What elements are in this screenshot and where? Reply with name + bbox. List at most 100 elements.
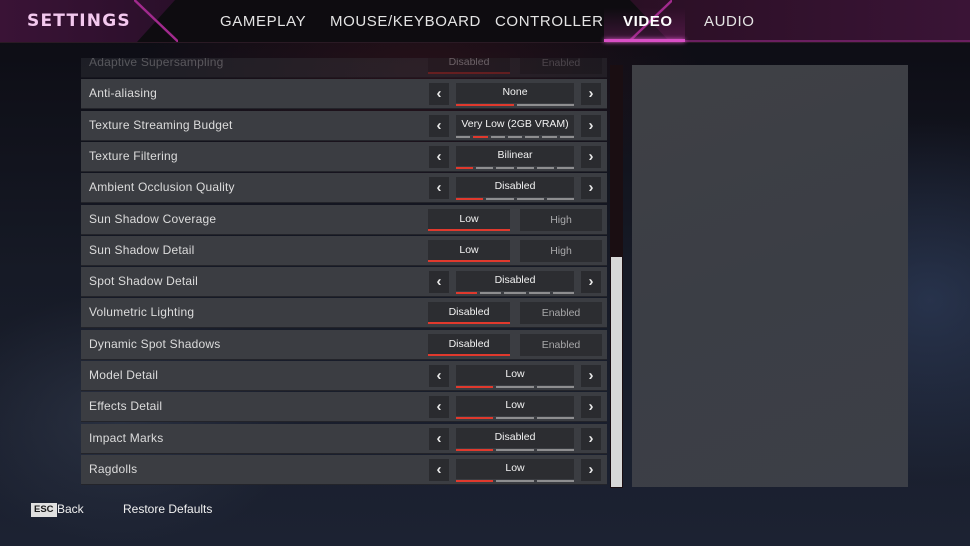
tab-controller[interactable]: CONTROLLER bbox=[495, 13, 604, 30]
option-button-disabled[interactable]: Disabled bbox=[428, 333, 510, 356]
tab-gameplay[interactable]: GAMEPLAY bbox=[220, 13, 306, 30]
setting-row-impact-marks[interactable]: Impact Marks ‹ Disabled › bbox=[81, 423, 607, 454]
setting-row-sun-shadow-coverage[interactable]: Sun Shadow Coverage Low High bbox=[81, 204, 607, 235]
option-segment bbox=[516, 198, 544, 201]
option-value-box[interactable]: Disabled bbox=[456, 271, 574, 292]
option-button-low[interactable]: Low bbox=[428, 208, 510, 231]
chevron-left-icon[interactable]: ‹ bbox=[429, 458, 449, 481]
option-segment bbox=[556, 166, 575, 169]
setting-row-model-detail[interactable]: Model Detail ‹ Low › bbox=[81, 361, 607, 391]
setting-label: Model Detail bbox=[89, 368, 159, 382]
chevron-right-icon[interactable]: › bbox=[581, 177, 601, 200]
setting-row-anti-aliasing[interactable]: Anti-aliasing ‹ None › bbox=[81, 79, 607, 110]
option-position-indicator bbox=[456, 292, 575, 295]
setting-row-ragdolls[interactable]: Ragdolls ‹ Low › bbox=[81, 454, 607, 485]
chevron-left-icon[interactable]: ‹ bbox=[429, 427, 449, 450]
chevron-right-icon[interactable]: › bbox=[581, 365, 601, 387]
option-value-box[interactable]: Very Low (2GB VRAM) bbox=[456, 114, 574, 135]
option-button-low[interactable]: Low bbox=[428, 239, 510, 262]
setting-row-effects-detail[interactable]: Effects Detail ‹ Low › bbox=[81, 392, 607, 423]
setting-row-texture-filtering[interactable]: Texture Filtering ‹ Bilinear › bbox=[81, 141, 607, 172]
option-value-box[interactable]: Low bbox=[456, 365, 574, 385]
option-position-indicator bbox=[456, 198, 574, 201]
setting-label: Ambient Occlusion Quality bbox=[89, 180, 235, 195]
option-segment-selected bbox=[456, 448, 494, 451]
chevron-left-icon[interactable]: ‹ bbox=[429, 271, 449, 294]
setting-row-sun-shadow-detail[interactable]: Sun Shadow Detail Low High bbox=[81, 235, 607, 266]
option-button-enabled[interactable]: Enabled bbox=[520, 333, 602, 356]
setting-label: Adaptive Supersampling bbox=[89, 58, 224, 69]
setting-label: Impact Marks bbox=[89, 430, 164, 445]
option-segment-selected bbox=[456, 417, 494, 420]
setting-row-spot-shadow-detail[interactable]: Spot Shadow Detail ‹ Disabled › bbox=[81, 267, 607, 298]
setting-label: Sun Shadow Detail bbox=[89, 242, 195, 257]
back-button[interactable]: Back bbox=[57, 502, 84, 516]
option-value-box[interactable]: Disabled bbox=[456, 427, 574, 448]
option-value-box[interactable]: Bilinear bbox=[456, 145, 574, 166]
chevron-left-icon[interactable]: ‹ bbox=[429, 83, 449, 106]
option-value-box[interactable]: None bbox=[456, 83, 574, 104]
option-segment-selected bbox=[456, 386, 494, 388]
video-settings-list: Adaptive Supersampling Disabled Enabled Ant… bbox=[81, 58, 607, 487]
tab-audio[interactable]: AUDIO bbox=[704, 13, 755, 30]
option-position-indicator bbox=[456, 448, 574, 451]
option-segment bbox=[490, 135, 505, 138]
chevron-right-icon[interactable]: › bbox=[581, 427, 601, 450]
option-position-indicator bbox=[456, 135, 574, 138]
option-button-disabled[interactable]: Disabled bbox=[428, 302, 510, 325]
option-button-high[interactable]: High bbox=[520, 239, 602, 262]
option-segment-selected bbox=[456, 104, 514, 107]
setting-label: Dynamic Spot Shadows bbox=[89, 336, 221, 351]
chevron-right-icon[interactable]: › bbox=[581, 114, 601, 137]
setting-row-adaptive-supersampling[interactable]: Adaptive Supersampling Disabled Enabled bbox=[81, 58, 607, 78]
option-segment-selected bbox=[456, 292, 478, 295]
chevron-right-icon[interactable]: › bbox=[581, 396, 601, 419]
option-segment bbox=[516, 104, 574, 107]
restore-defaults-button[interactable]: Restore Defaults bbox=[123, 502, 212, 516]
option-position-indicator bbox=[456, 479, 574, 482]
option-value: None bbox=[502, 86, 528, 99]
chevron-right-icon[interactable]: › bbox=[581, 458, 601, 481]
scrollbar-thumb[interactable] bbox=[611, 257, 622, 487]
option-value-box[interactable]: Low bbox=[456, 458, 574, 479]
chevron-right-icon[interactable]: › bbox=[581, 83, 601, 106]
option-value: Disabled bbox=[494, 274, 536, 287]
option-value: Bilinear bbox=[497, 148, 533, 161]
setting-label: Effects Detail bbox=[89, 399, 163, 414]
option-position-indicator bbox=[456, 166, 575, 169]
setting-row-ambient-occlusion-quality[interactable]: Ambient Occlusion Quality ‹ Disabled › bbox=[81, 173, 607, 204]
option-value: Low bbox=[505, 399, 525, 412]
option-segment bbox=[496, 417, 534, 420]
option-button-disabled[interactable]: Disabled bbox=[428, 58, 510, 74]
chevron-left-icon[interactable]: ‹ bbox=[429, 396, 449, 419]
setting-row-volumetric-lighting[interactable]: Volumetric Lighting Disabled Enabled bbox=[81, 298, 607, 329]
chevron-left-icon[interactable]: ‹ bbox=[429, 177, 449, 200]
option-segment bbox=[542, 135, 557, 138]
chevron-right-icon[interactable]: › bbox=[581, 271, 601, 294]
option-value: Disabled bbox=[494, 180, 536, 193]
setting-row-dynamic-spot-shadows[interactable]: Dynamic Spot Shadows Disabled Enabled bbox=[81, 329, 607, 360]
option-value: Disabled bbox=[494, 430, 536, 443]
option-segment bbox=[476, 166, 494, 169]
setting-label: Volumetric Lighting bbox=[89, 305, 195, 320]
chevron-left-icon[interactable]: ‹ bbox=[429, 114, 449, 137]
chevron-left-icon[interactable]: ‹ bbox=[429, 365, 449, 387]
option-segment bbox=[456, 135, 471, 138]
esc-key-icon: ESC bbox=[31, 503, 57, 517]
option-segment bbox=[536, 417, 574, 420]
option-value-box[interactable]: Low bbox=[456, 396, 574, 417]
option-segment-selected bbox=[473, 135, 488, 138]
chevron-right-icon[interactable]: › bbox=[581, 145, 601, 168]
option-button-high[interactable]: High bbox=[520, 208, 602, 231]
tab-mouse-keyboard[interactable]: MOUSE/KEYBOARD bbox=[330, 13, 481, 30]
option-button-enabled[interactable]: Enabled bbox=[520, 58, 602, 74]
setting-description-panel bbox=[632, 65, 908, 487]
chevron-left-icon[interactable]: ‹ bbox=[429, 145, 449, 168]
setting-label: Texture Streaming Budget bbox=[89, 117, 233, 132]
option-button-enabled[interactable]: Enabled bbox=[520, 302, 602, 325]
option-value: Very Low (2GB VRAM) bbox=[461, 117, 569, 130]
setting-row-texture-streaming-budget[interactable]: Texture Streaming Budget ‹ Very Low (2GB V… bbox=[81, 110, 607, 141]
option-segment-selected bbox=[456, 479, 494, 482]
option-value-box[interactable]: Disabled bbox=[456, 177, 574, 198]
tab-video[interactable]: VIDEO bbox=[623, 13, 673, 30]
